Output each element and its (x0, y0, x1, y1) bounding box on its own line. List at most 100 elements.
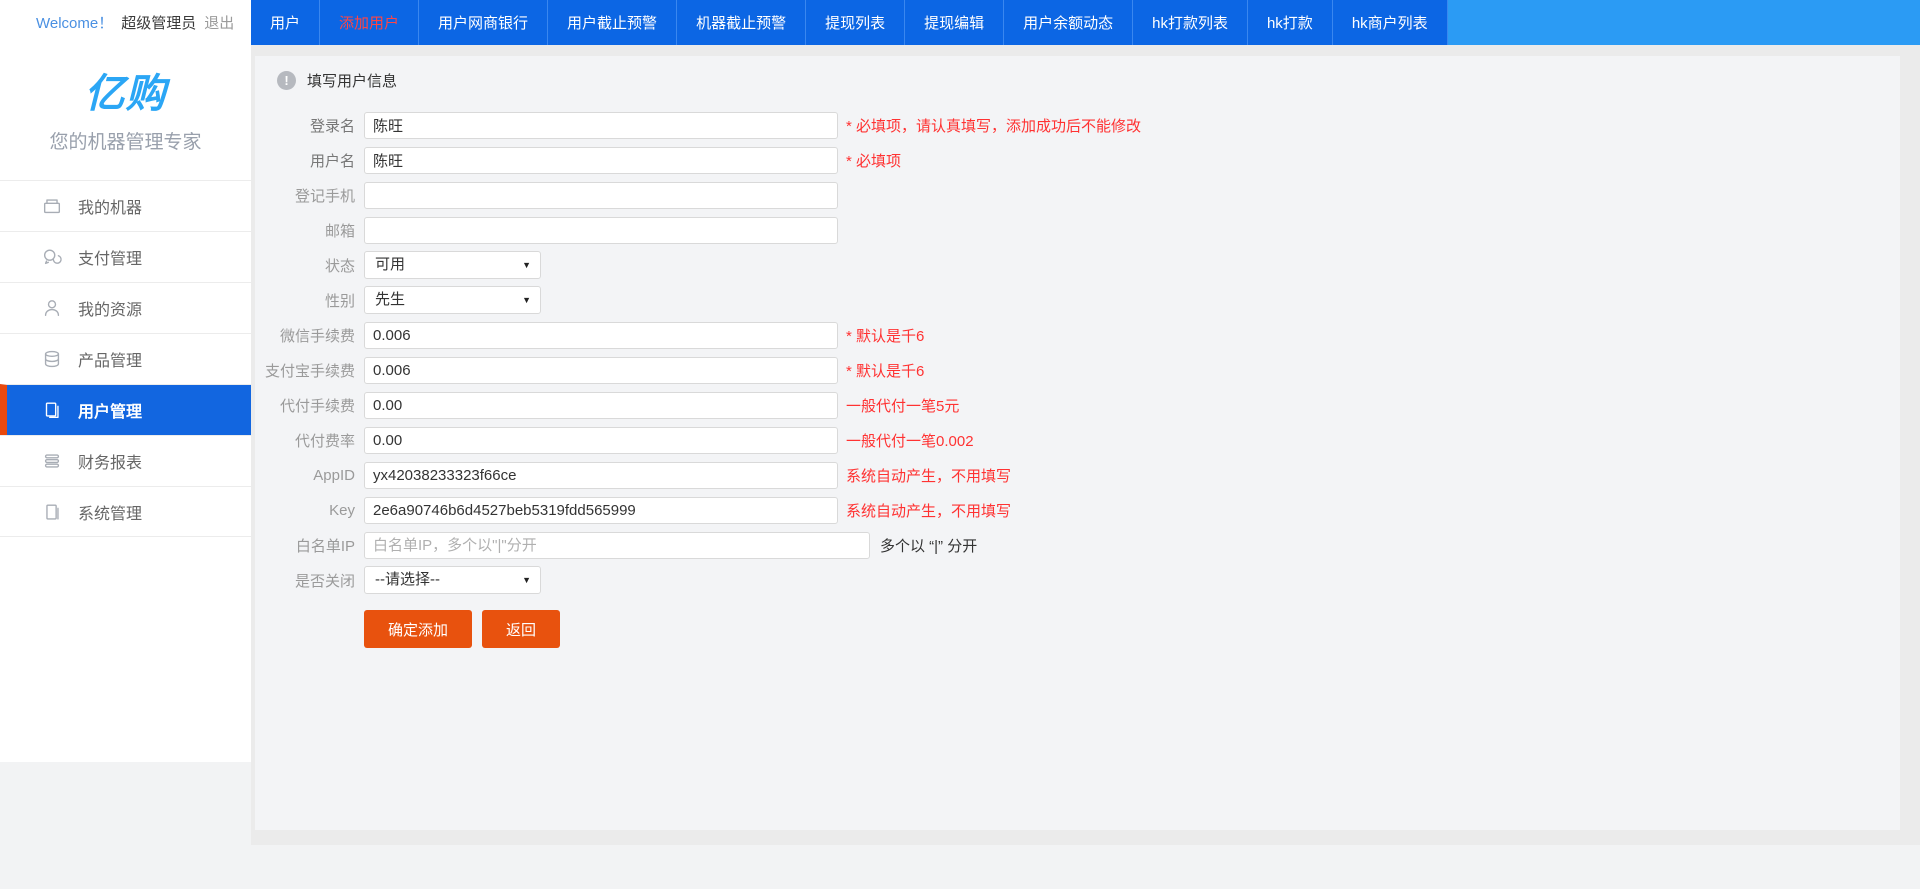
phone-field[interactable] (364, 182, 838, 209)
form-row: 状态 可用 ▼ (255, 251, 1900, 279)
tab-machine-deadline-warning[interactable]: 机器截止预警 (677, 0, 806, 45)
payout-rate-label: 代付费率 (255, 430, 355, 451)
form-panel: ! 填写用户信息 登录名 * 必填项，请认真填写，添加成功后不能修改 用户名 *… (255, 56, 1900, 830)
ip-whitelist-hint: 多个以 “|” 分开 (880, 535, 977, 556)
tab-user-bank[interactable]: 用户网商银行 (419, 0, 548, 45)
sidebar-menu: 我的机器 支付管理 我的资源 产品管理 (0, 180, 251, 537)
tab-hk-payment[interactable]: hk打款 (1248, 0, 1333, 45)
system-management-icon (40, 500, 64, 524)
main-area: 用户 添加用户 用户网商银行 用户截止预警 机器截止预警 提现列表 提现编辑 用… (251, 0, 1920, 889)
username-field[interactable] (364, 147, 838, 174)
payout-fee-field[interactable] (364, 392, 838, 419)
email-label: 邮箱 (255, 220, 355, 241)
is-closed-select[interactable]: --请选择-- ▼ (364, 566, 541, 594)
sidebar-item-payment[interactable]: 支付管理 (0, 231, 251, 282)
appid-field[interactable] (364, 462, 838, 489)
key-label: Key (255, 502, 355, 519)
brand-logo: 亿购 (0, 61, 251, 119)
chevron-down-icon: ▼ (522, 567, 531, 593)
payment-icon (40, 245, 64, 269)
resources-icon (40, 296, 64, 320)
current-user-name: 超级管理员 (121, 12, 196, 33)
sidebar-item-my-machines[interactable]: 我的机器 (0, 180, 251, 231)
phone-label: 登记手机 (255, 185, 355, 206)
is-closed-select-value: --请选择-- (375, 571, 440, 588)
machine-icon (40, 194, 64, 218)
alipay-fee-hint: * 默认是千6 (846, 360, 924, 381)
nav-filler (1448, 0, 1920, 45)
form-row: Key 系统自动产生，不用填写 (255, 496, 1900, 524)
logout-link[interactable]: 退出 (204, 12, 234, 33)
back-button[interactable]: 返回 (482, 610, 560, 648)
brand-slogan: 您的机器管理专家 (0, 127, 251, 154)
sidebar-item-label: 产品管理 (78, 347, 142, 371)
is-closed-label: 是否关闭 (255, 570, 355, 591)
user-management-icon (40, 398, 64, 422)
add-user-form: 登录名 * 必填项，请认真填写，添加成功后不能修改 用户名 * 必填项 登记手机 (255, 91, 1900, 648)
tab-user-deadline-warning[interactable]: 用户截止预警 (548, 0, 677, 45)
app-root: Welcome！ 超级管理员 退出 亿购 您的机器管理专家 我的机器 支付管理 (0, 0, 1920, 889)
user-topbar: Welcome！ 超级管理员 退出 (0, 0, 251, 45)
info-icon: ! (277, 71, 296, 90)
panel-header: ! 填写用户信息 (255, 56, 1900, 91)
brand-block: 亿购 您的机器管理专家 (0, 61, 251, 154)
appid-label: AppID (255, 467, 355, 484)
sidebar-item-my-resources[interactable]: 我的资源 (0, 282, 251, 333)
tab-user-balance-activity[interactable]: 用户余额动态 (1004, 0, 1133, 45)
tab-add-user[interactable]: 添加用户 (320, 0, 419, 45)
payout-fee-hint: 一般代付一笔5元 (846, 395, 959, 416)
tab-hk-merchant-list[interactable]: hk商户列表 (1333, 0, 1448, 45)
key-field[interactable] (364, 497, 838, 524)
payout-fee-label: 代付手续费 (255, 395, 355, 416)
sidebar-item-system-management[interactable]: 系统管理 (0, 486, 251, 537)
gender-label: 性别 (255, 290, 355, 311)
form-row: 微信手续费 * 默认是千6 (255, 321, 1900, 349)
form-row: 用户名 * 必填项 (255, 146, 1900, 174)
login-name-field[interactable] (364, 112, 838, 139)
form-row: AppID 系统自动产生，不用填写 (255, 461, 1900, 489)
sidebar: Welcome！ 超级管理员 退出 亿购 您的机器管理专家 我的机器 支付管理 (0, 0, 251, 762)
section-title: 填写用户信息 (307, 70, 397, 91)
chevron-down-icon: ▼ (522, 252, 531, 278)
chevron-down-icon: ▼ (522, 287, 531, 313)
tab-hk-payment-list[interactable]: hk打款列表 (1133, 0, 1248, 45)
sidebar-item-user-management[interactable]: 用户管理 (0, 384, 251, 435)
sidebar-item-label: 系统管理 (78, 500, 142, 524)
confirm-add-button[interactable]: 确定添加 (364, 610, 472, 648)
sidebar-item-label: 支付管理 (78, 245, 142, 269)
finance-report-icon (40, 449, 64, 473)
tab-users[interactable]: 用户 (251, 0, 320, 45)
alipay-fee-field[interactable] (364, 357, 838, 384)
status-select[interactable]: 可用 ▼ (364, 251, 541, 279)
wechat-fee-label: 微信手续费 (255, 325, 355, 346)
form-row: 代付费率 一般代付一笔0.002 (255, 426, 1900, 454)
form-row: 登录名 * 必填项，请认真填写，添加成功后不能修改 (255, 111, 1900, 139)
form-row: 邮箱 (255, 216, 1900, 244)
welcome-text: Welcome！ (36, 12, 113, 33)
sidebar-item-finance-reports[interactable]: 财务报表 (0, 435, 251, 486)
wechat-fee-field[interactable] (364, 322, 838, 349)
tab-withdraw-edit[interactable]: 提现编辑 (905, 0, 1004, 45)
content-outer: ! 填写用户信息 登录名 * 必填项，请认真填写，添加成功后不能修改 用户名 *… (251, 45, 1920, 845)
gender-select-value: 先生 (375, 291, 405, 308)
status-select-value: 可用 (375, 256, 405, 273)
form-row: 白名单IP 多个以 “|” 分开 (255, 531, 1900, 559)
payout-rate-field[interactable] (364, 427, 838, 454)
key-hint: 系统自动产生，不用填写 (846, 500, 1011, 521)
top-nav: 用户 添加用户 用户网商银行 用户截止预警 机器截止预警 提现列表 提现编辑 用… (251, 0, 1920, 45)
email-field[interactable] (364, 217, 838, 244)
ip-whitelist-field[interactable] (364, 532, 870, 559)
username-label: 用户名 (255, 150, 355, 171)
wechat-fee-hint: * 默认是千6 (846, 325, 924, 346)
form-row: 登记手机 (255, 181, 1900, 209)
status-label: 状态 (255, 255, 355, 276)
gender-select[interactable]: 先生 ▼ (364, 286, 541, 314)
login-name-hint: * 必填项，请认真填写，添加成功后不能修改 (846, 115, 1141, 136)
sidebar-item-products[interactable]: 产品管理 (0, 333, 251, 384)
ip-whitelist-label: 白名单IP (255, 535, 355, 556)
sidebar-item-label: 财务报表 (78, 449, 142, 473)
form-row: 代付手续费 一般代付一笔5元 (255, 391, 1900, 419)
payout-rate-hint: 一般代付一笔0.002 (846, 430, 974, 451)
tab-withdraw-list[interactable]: 提现列表 (806, 0, 905, 45)
username-hint: * 必填项 (846, 150, 901, 171)
